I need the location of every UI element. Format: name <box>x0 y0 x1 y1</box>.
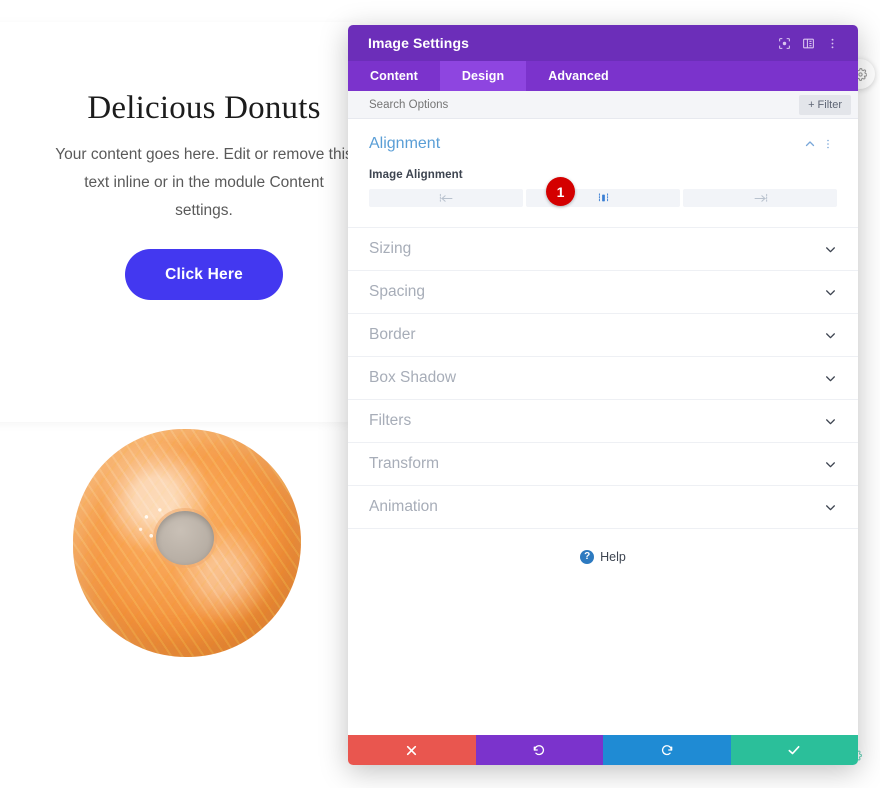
alignment-section-title: Alignment <box>369 135 441 152</box>
tab-advanced[interactable]: Advanced <box>526 61 631 91</box>
cancel-button[interactable] <box>348 735 476 765</box>
section-row-border[interactable]: Border <box>348 314 858 357</box>
chevron-down-icon <box>824 286 837 299</box>
alignment-section: Alignment Image Alignment 1 <box>348 119 858 228</box>
align-right-button[interactable] <box>683 189 837 207</box>
section-label: Animation <box>369 498 438 515</box>
section-label: Box Shadow <box>369 369 457 386</box>
undo-icon <box>532 743 546 757</box>
modal-header: Image Settings <box>348 25 858 61</box>
chevron-down-icon <box>824 458 837 471</box>
section-label: Sizing <box>369 240 412 257</box>
section-row-filters[interactable]: Filters <box>348 400 858 443</box>
align-center-icon <box>596 192 611 204</box>
donut-hole <box>156 511 214 565</box>
close-icon <box>405 744 418 757</box>
question-mark-icon: ? <box>580 550 595 564</box>
hero-content: Delicious Donuts Your content goes here.… <box>24 0 384 400</box>
layout-columns-icon[interactable] <box>796 31 820 55</box>
section-row-transform[interactable]: Transform <box>348 443 858 486</box>
alignment-section-header[interactable]: Alignment <box>369 135 837 153</box>
image-alignment-button-group: 1 <box>369 177 837 207</box>
section-row-box-shadow[interactable]: Box Shadow <box>348 357 858 400</box>
help-row[interactable]: ? Help <box>348 529 858 585</box>
section-label: Spacing <box>369 283 426 300</box>
search-options-row: + Filter <box>348 91 858 119</box>
align-left-icon <box>439 193 454 204</box>
section-row-animation[interactable]: Animation <box>348 486 858 529</box>
save-button[interactable] <box>730 735 858 765</box>
image-settings-modal: Image Settings Content Design Advanced S… <box>348 25 858 765</box>
undo-button[interactable] <box>475 735 603 765</box>
donut-image[interactable] <box>60 420 313 668</box>
filter-button[interactable]: + Filter <box>799 94 851 115</box>
section-row-spacing[interactable]: Spacing <box>348 271 858 314</box>
tab-content[interactable]: Content <box>348 61 440 91</box>
step-badge-1: 1 <box>546 177 575 206</box>
align-right-icon <box>753 193 768 204</box>
redo-icon <box>660 743 674 757</box>
chevron-down-icon <box>824 501 837 514</box>
chevron-down-icon <box>824 372 837 385</box>
modal-body: Alignment Image Alignment 1 Sizing Spaci… <box>348 119 858 735</box>
chevron-up-icon[interactable] <box>801 135 819 153</box>
hero-body-text: Your content goes here. Edit or remove t… <box>55 145 353 219</box>
chevron-down-icon <box>824 329 837 342</box>
section-label: Filters <box>369 412 412 429</box>
modal-footer <box>348 735 858 765</box>
kebab-icon[interactable] <box>819 135 837 153</box>
section-row-sizing[interactable]: Sizing <box>348 228 858 271</box>
redo-button[interactable] <box>603 735 731 765</box>
modal-title: Image Settings <box>368 35 469 51</box>
page-title: Delicious Donuts <box>87 89 321 126</box>
modal-tabs: Content Design Advanced <box>348 61 858 91</box>
image-alignment-label: Image Alignment <box>369 169 463 181</box>
focus-icon[interactable] <box>772 31 796 55</box>
chevron-down-icon <box>824 243 837 256</box>
check-icon <box>787 743 801 757</box>
more-options-icon[interactable] <box>820 31 844 55</box>
section-label: Transform <box>369 455 440 472</box>
chevron-down-icon <box>824 415 837 428</box>
align-left-button[interactable] <box>369 189 523 207</box>
section-label: Border <box>369 326 416 343</box>
help-label: Help <box>600 550 626 564</box>
tab-design[interactable]: Design <box>439 61 527 91</box>
click-here-button[interactable]: Click Here <box>125 248 283 301</box>
search-input[interactable] <box>369 98 800 111</box>
